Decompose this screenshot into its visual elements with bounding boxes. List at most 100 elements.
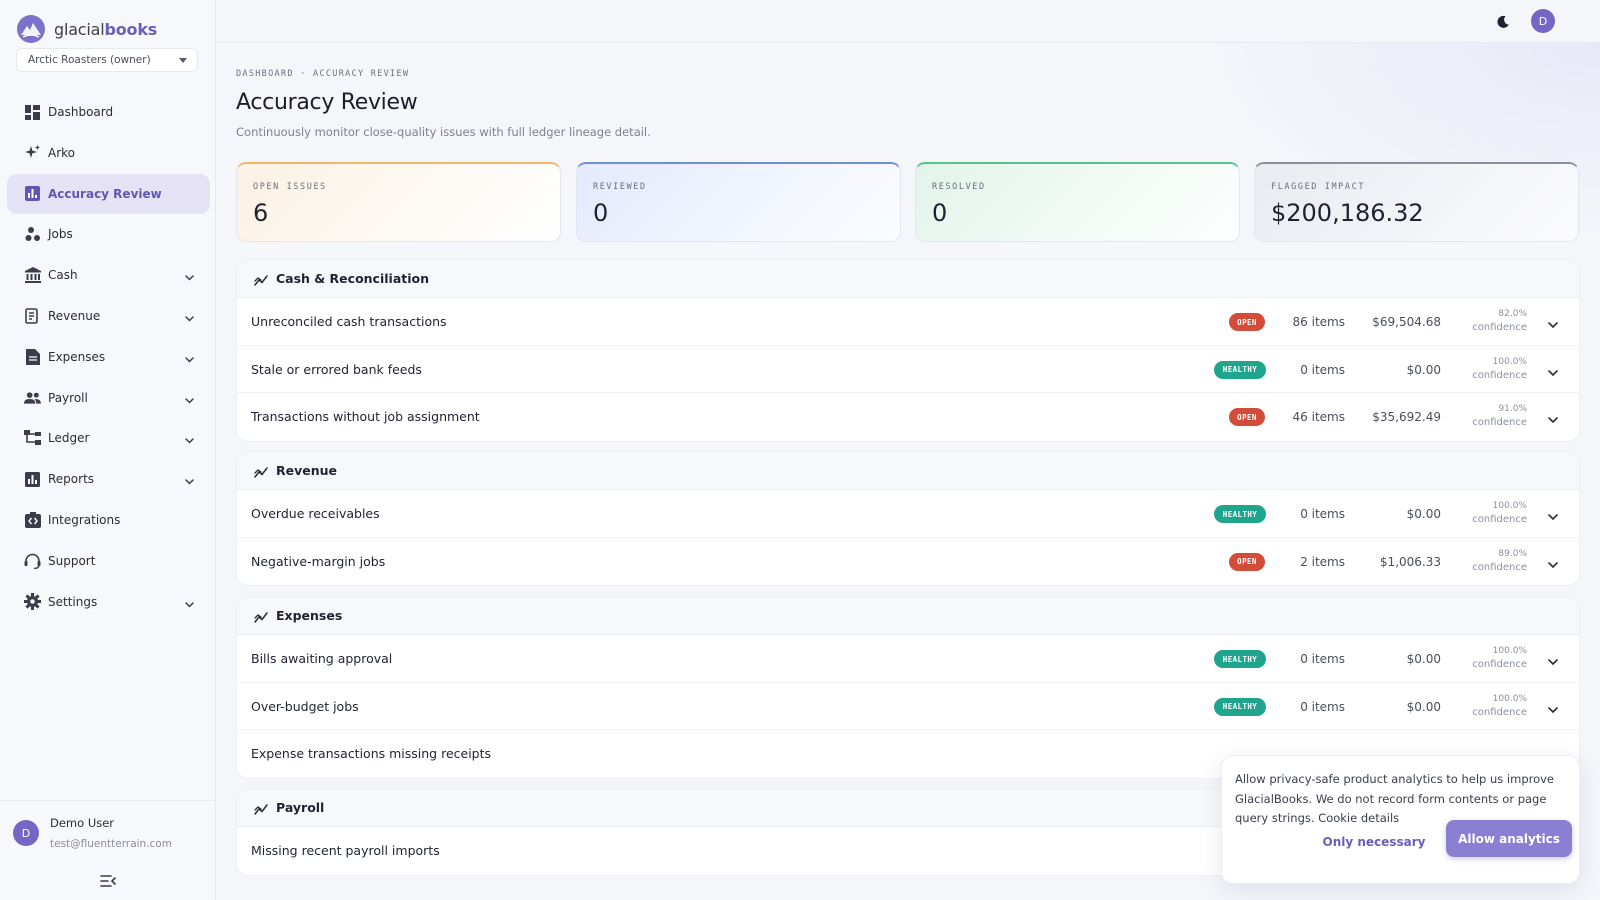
tree-icon bbox=[24, 430, 41, 447]
table-row[interactable]: Over-budget jobs HEALTHY 0 items $0.00 100.0… bbox=[237, 683, 1579, 730]
stat-resolved: RESOLVED 0 bbox=[915, 162, 1240, 242]
section-title: Expenses bbox=[276, 608, 343, 623]
sidebar-item-label: Payroll bbox=[48, 390, 88, 405]
expand-chevron-icon[interactable] bbox=[1547, 508, 1559, 521]
sidebar-item-label: Settings bbox=[48, 594, 98, 609]
item-count: 86 items bbox=[1292, 315, 1345, 329]
brand-name: glacialbooks bbox=[54, 19, 158, 39]
section-header: Revenue bbox=[237, 452, 1579, 490]
breadcrumb-current: ACCURACY REVIEW bbox=[313, 69, 410, 79]
trend-icon bbox=[254, 464, 268, 478]
sidebar-item-label: Integrations bbox=[48, 512, 121, 527]
sidebar-item-expenses[interactable]: Expenses bbox=[7, 337, 210, 377]
jobs-icon bbox=[24, 226, 41, 243]
expand-chevron-icon[interactable] bbox=[1547, 653, 1559, 666]
breadcrumb: DASHBOARD · ACCURACY REVIEW bbox=[236, 69, 409, 79]
user-avatar: D bbox=[13, 820, 39, 846]
chevron-down-icon bbox=[185, 474, 194, 488]
chevron-down-icon bbox=[185, 393, 194, 407]
sidebar-item-revenue[interactable]: Revenue bbox=[7, 296, 210, 336]
status-badge: OPEN bbox=[1229, 313, 1265, 331]
sidebar-item-jobs[interactable]: Jobs bbox=[7, 214, 210, 254]
brand[interactable]: glacialbooks bbox=[16, 14, 157, 44]
organization-select-value: Arctic Roasters (owner) bbox=[28, 54, 151, 66]
table-row[interactable]: Negative-margin jobs OPEN 2 items $1,006.33… bbox=[237, 538, 1579, 586]
moon-icon bbox=[1497, 15, 1509, 28]
page-subtitle: Continuously monitor close-quality issue… bbox=[236, 125, 651, 139]
sidebar-item-reports[interactable]: Reports bbox=[7, 459, 210, 499]
headset-icon bbox=[24, 552, 41, 569]
trend-icon bbox=[254, 609, 268, 623]
confidence-value: 100.0% bbox=[1492, 693, 1527, 704]
breadcrumb-dashboard[interactable]: DASHBOARD bbox=[236, 69, 294, 79]
expand-chevron-icon[interactable] bbox=[1547, 411, 1559, 424]
trend-icon bbox=[254, 272, 268, 286]
item-count: 2 items bbox=[1300, 554, 1345, 569]
cookie-details-link[interactable]: Cookie details bbox=[1318, 811, 1399, 825]
row-title: Over-budget jobs bbox=[251, 698, 359, 714]
row-title: Overdue receivables bbox=[251, 506, 380, 521]
confidence: 100.0% confidence bbox=[1445, 355, 1527, 383]
collapse-sidebar-icon[interactable] bbox=[99, 873, 117, 889]
table-row[interactable]: Transactions without job assignment OPEN 4… bbox=[237, 393, 1579, 441]
expand-chevron-icon[interactable] bbox=[1547, 364, 1559, 376]
stat-value: $200,186.32 bbox=[1271, 199, 1424, 227]
row-title: Stale or errored bank feeds bbox=[251, 361, 422, 377]
sidebar-item-label: Ledger bbox=[48, 431, 90, 446]
sidebar-item-settings[interactable]: Settings bbox=[7, 582, 210, 622]
table-row[interactable]: Stale or errored bank feeds HEALTHY 0 item… bbox=[237, 346, 1579, 393]
caret-down-icon bbox=[179, 58, 187, 63]
integrations-icon bbox=[24, 511, 41, 528]
sidebar-item-label: Arko bbox=[48, 145, 76, 160]
confidence-label: confidence bbox=[1472, 659, 1527, 670]
sidebar-item-payroll[interactable]: Payroll bbox=[7, 378, 210, 418]
table-row[interactable]: Bills awaiting approval HEALTHY 0 items $0.… bbox=[237, 635, 1579, 683]
confidence-label: confidence bbox=[1472, 322, 1527, 333]
stat-label: RESOLVED bbox=[932, 182, 986, 192]
sidebar-item-dashboard[interactable]: Dashboard bbox=[7, 92, 210, 132]
stat-flagged-impact: FLAGGED IMPACT $200,186.32 bbox=[1254, 162, 1579, 242]
table-row[interactable]: Overdue receivables HEALTHY 0 items $0.00 10… bbox=[237, 490, 1579, 538]
theme-toggle-button[interactable] bbox=[1492, 11, 1514, 33]
sidebar-item-accuracy-review[interactable]: Accuracy Review bbox=[7, 173, 210, 214]
table-row[interactable]: Unreconciled cash transactions OPEN 86 ite… bbox=[237, 298, 1579, 346]
expand-chevron-icon[interactable] bbox=[1547, 316, 1559, 329]
confidence-value: 100.0% bbox=[1492, 356, 1527, 367]
stat-label: OPEN ISSUES bbox=[253, 182, 327, 192]
confidence: 100.0% confidence bbox=[1445, 692, 1527, 720]
stat-cards: OPEN ISSUES 6 REVIEWED 0 RESOLVED 0 FLAG… bbox=[236, 162, 1580, 242]
expand-chevron-icon[interactable] bbox=[1547, 701, 1559, 713]
report-icon bbox=[24, 471, 41, 488]
row-title: Bills awaiting approval bbox=[251, 651, 393, 666]
sidebar-item-label: Expenses bbox=[48, 349, 106, 364]
status-badge: HEALTHY bbox=[1214, 505, 1266, 523]
sidebar-item-ledger[interactable]: Ledger bbox=[7, 418, 210, 458]
item-count: 0 items bbox=[1300, 507, 1345, 521]
status-badge: OPEN bbox=[1229, 552, 1265, 571]
only-necessary-button[interactable]: Only necessary bbox=[1314, 824, 1434, 860]
sidebar-item-integrations[interactable]: Integrations bbox=[7, 500, 210, 540]
user-profile[interactable]: D Demo User test@fluentterrain.com bbox=[0, 800, 216, 900]
confidence-value: 91.0% bbox=[1498, 404, 1527, 414]
section-cash-and-reconciliation: Cash & Reconciliation Unreconciled cash t… bbox=[236, 259, 1580, 442]
stat-value: 0 bbox=[593, 199, 609, 227]
allow-analytics-button[interactable]: Allow analytics bbox=[1446, 820, 1572, 857]
organization-select[interactable]: Arctic Roasters (owner) bbox=[16, 48, 198, 72]
user-name: Demo User bbox=[50, 816, 115, 830]
dashboard-icon bbox=[24, 104, 41, 121]
chevron-down-icon bbox=[185, 597, 194, 611]
sidebar-item-arko[interactable]: Arko bbox=[7, 133, 210, 173]
section-title: Cash & Reconciliation bbox=[276, 271, 429, 286]
section-title: Revenue bbox=[276, 463, 338, 478]
sidebar-item-label: Reports bbox=[48, 472, 95, 487]
impact-amount: $0.00 bbox=[1406, 362, 1441, 377]
sidebar-item-cash[interactable]: Cash bbox=[7, 255, 210, 295]
sidebar-item-support[interactable]: Support bbox=[7, 541, 210, 581]
row-title: Transactions without job assignment bbox=[251, 409, 480, 424]
account-avatar-button[interactable]: D bbox=[1531, 9, 1555, 33]
breadcrumb-separator: · bbox=[300, 69, 307, 79]
section-expenses: Expenses Bills awaiting approval HEALTHY 0 … bbox=[236, 596, 1580, 779]
sidebar-item-label: Revenue bbox=[48, 308, 101, 323]
receipt-icon bbox=[24, 307, 41, 324]
expand-chevron-icon[interactable] bbox=[1547, 556, 1559, 568]
